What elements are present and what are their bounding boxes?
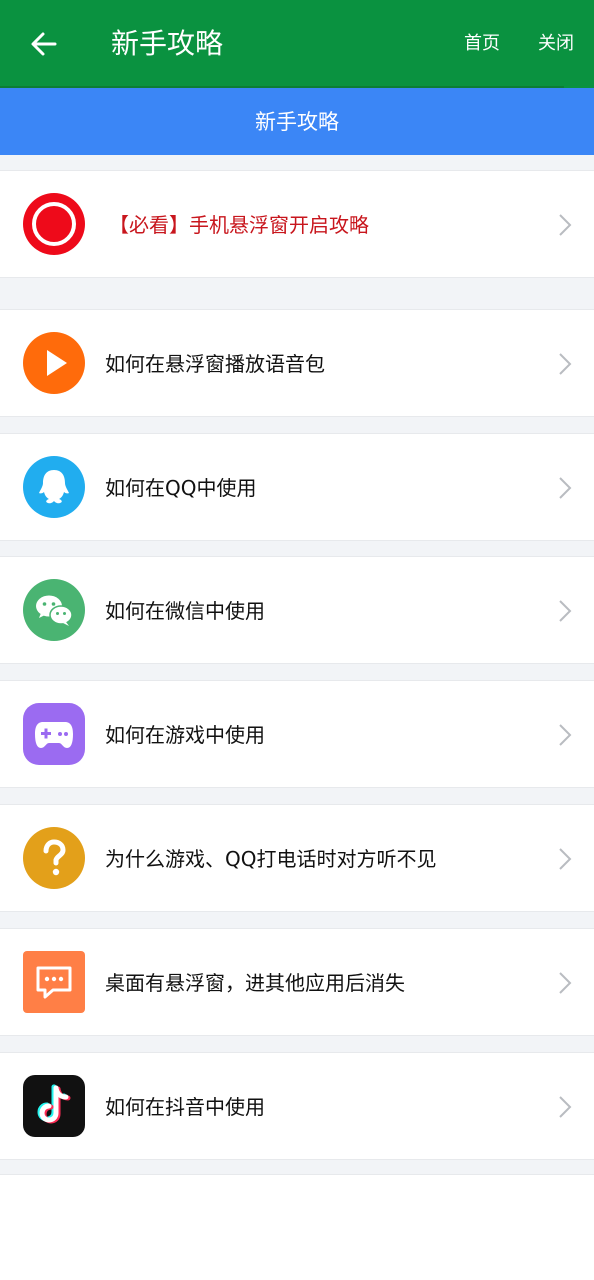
gamepad-icon (23, 703, 85, 765)
arrow-left-icon (31, 32, 57, 56)
list-item[interactable]: 【必看】手机悬浮窗开启攻略 (0, 170, 594, 278)
section-header: 新手攻略 (0, 88, 594, 155)
list-item-label: 如何在游戏中使用 (105, 723, 265, 747)
chevron-right-icon (559, 848, 572, 870)
list-item-label: 如何在悬浮窗播放语音包 (105, 352, 325, 376)
chevron-right-icon (559, 1096, 572, 1118)
qq-icon (23, 456, 85, 518)
list-item-label: 如何在抖音中使用 (105, 1095, 265, 1119)
close-link[interactable]: 关闭 (538, 31, 574, 57)
list-item[interactable]: 如何在游戏中使用 (0, 680, 594, 788)
section-title: 新手攻略 (255, 109, 339, 134)
list-item-label: 如何在QQ中使用 (105, 476, 257, 500)
back-button[interactable] (22, 22, 66, 66)
chevron-right-icon (559, 353, 572, 375)
chevron-right-icon (559, 600, 572, 622)
play-icon (23, 332, 85, 394)
chevron-right-icon (559, 477, 572, 499)
list-item[interactable]: 为什么游戏、QQ打电话时对方听不见 (0, 804, 594, 912)
list-item[interactable]: 如何在悬浮窗播放语音包 (0, 309, 594, 417)
chevron-right-icon (559, 214, 572, 236)
list-bottom-divider (0, 1174, 594, 1175)
home-link[interactable]: 首页 (464, 31, 500, 57)
list-item-label: 为什么游戏、QQ打电话时对方听不见 (105, 847, 437, 871)
list-item-label: 【必看】手机悬浮窗开启攻略 (109, 213, 369, 237)
guide-list: 【必看】手机悬浮窗开启攻略 如何在悬浮窗播放语音包 如何在QQ中使用 如何在微信… (0, 155, 594, 1175)
page-title: 新手攻略 (111, 27, 224, 60)
list-item[interactable]: 如何在微信中使用 (0, 556, 594, 664)
chevron-right-icon (559, 724, 572, 746)
app-bar: 新手攻略 首页 关闭 (0, 0, 594, 89)
tiktok-icon (23, 1075, 85, 1137)
list-item-label: 桌面有悬浮窗，进其他应用后消失 (105, 971, 405, 995)
record-icon (23, 193, 85, 255)
list-item[interactable]: 桌面有悬浮窗，进其他应用后消失 (0, 928, 594, 1036)
question-icon (23, 827, 85, 889)
wechat-icon (23, 579, 85, 641)
list-item[interactable]: 如何在抖音中使用 (0, 1052, 594, 1160)
list-item[interactable]: 如何在QQ中使用 (0, 433, 594, 541)
list-item-label: 如何在微信中使用 (105, 599, 265, 623)
chevron-right-icon (559, 972, 572, 994)
chat-bubble-icon (23, 951, 85, 1013)
